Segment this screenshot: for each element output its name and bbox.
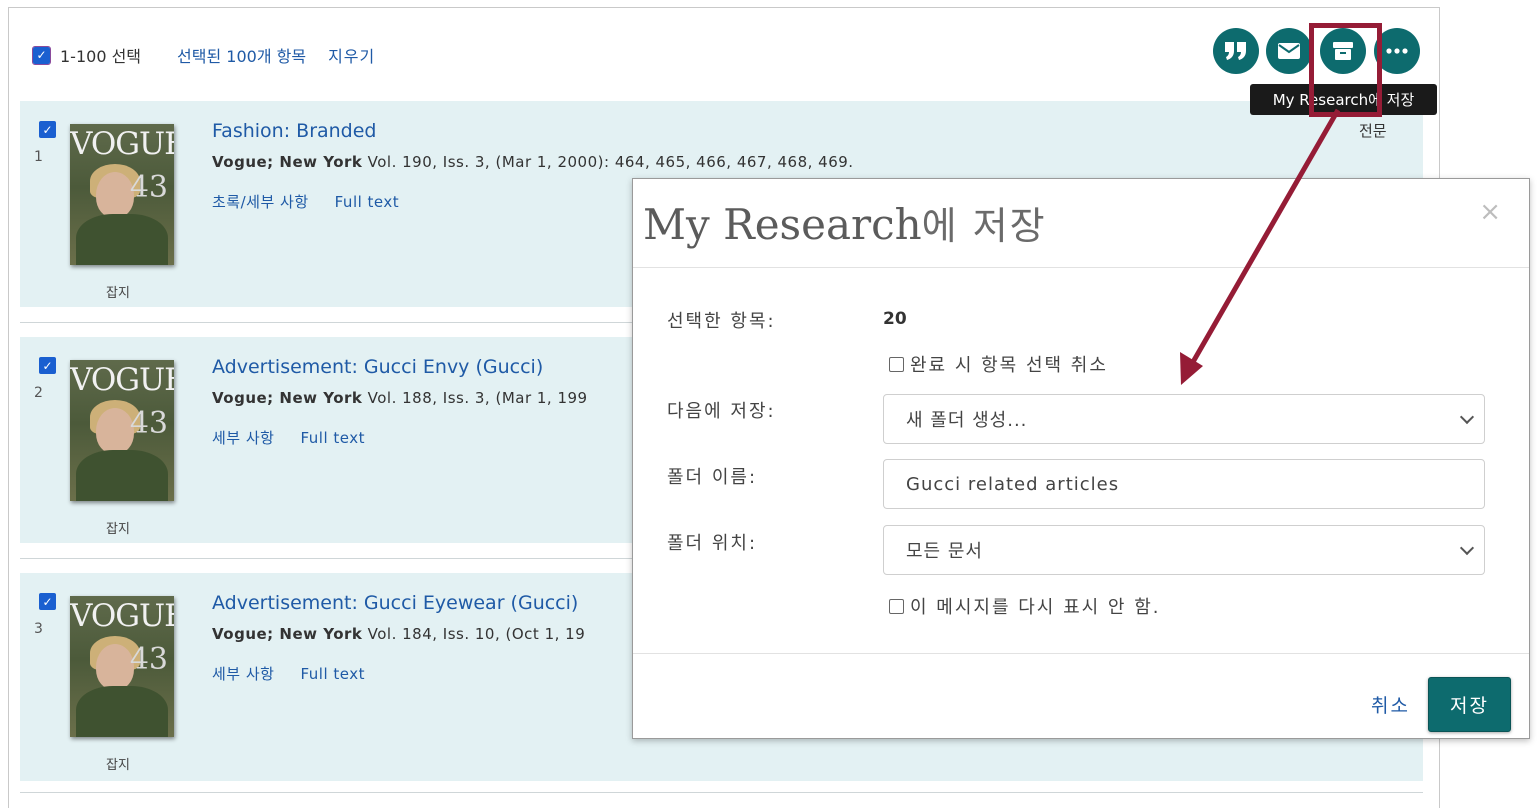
magazine-cover-thumbnail[interactable]: VOGUE 43: [70, 360, 174, 501]
save-to-my-research-dialog: My Research에 저장 × 선택한 항목: 20 완료 시 항목 선택 …: [632, 178, 1530, 739]
result-checkbox[interactable]: ✓: [39, 121, 56, 138]
result-number: 1: [34, 149, 43, 165]
clear-selection-link[interactable]: 지우기: [328, 43, 375, 67]
more-icon: [1386, 48, 1408, 54]
result-title-link[interactable]: Advertisement: Gucci Envy (Gucci): [212, 356, 543, 378]
citation-details: Vol. 190, Iss. 3, (Mar 1, 2000): 464, 46…: [367, 153, 854, 171]
cover-issue-number: 43: [129, 170, 168, 205]
publication-name: Vogue; New York: [212, 389, 363, 407]
dont-show-checkbox[interactable]: [889, 598, 904, 614]
folder-name-label: 폴더 이름:: [667, 467, 758, 488]
result-links: 초록/세부 사항 Full text: [212, 191, 399, 212]
cancel-button[interactable]: 취소: [1371, 691, 1410, 718]
full-text-link[interactable]: Full text: [335, 193, 400, 211]
dialog-title-en: My Research: [643, 200, 922, 249]
full-text-link[interactable]: Full text: [300, 665, 365, 683]
magazine-cover-thumbnail[interactable]: VOGUE 43: [70, 124, 174, 265]
select-range-label[interactable]: 1-100 선택: [60, 43, 141, 67]
result-title-link[interactable]: Fashion: Branded: [212, 120, 377, 142]
deselect-on-complete-option[interactable]: 완료 시 항목 선택 취소: [889, 351, 1108, 377]
dont-show-label: 이 메시지를 다시 표시 안 함.: [910, 597, 1161, 618]
result-title-link[interactable]: Advertisement: Gucci Eyewear (Gucci): [212, 592, 578, 614]
cover-masthead: VOGUE: [70, 126, 174, 162]
select-all-checkbox[interactable]: ✓: [32, 45, 51, 65]
dialog-header-divider: [633, 267, 1529, 268]
dont-show-again-option[interactable]: 이 메시지를 다시 표시 안 함.: [889, 593, 1161, 619]
save-button[interactable]: 저장: [1428, 677, 1511, 732]
publication-name: Vogue; New York: [212, 153, 363, 171]
row-divider: [20, 792, 1423, 793]
save-to-select[interactable]: 새 폴더 생성...: [883, 394, 1485, 444]
citation-details: Vol. 184, Iss. 10, (Oct 1, 19: [367, 625, 586, 643]
cover-masthead: VOGUE: [70, 362, 174, 398]
cover-masthead: VOGUE: [70, 598, 174, 634]
dialog-title: My Research에 저장: [643, 195, 1047, 250]
dialog-title-ko: 에 저장: [921, 204, 1047, 248]
selected-items-count: 20: [883, 309, 907, 329]
email-icon: [1278, 43, 1300, 59]
close-icon[interactable]: ×: [1479, 197, 1501, 227]
highlight-box: [1309, 23, 1382, 117]
details-link[interactable]: 세부 사항: [212, 429, 274, 447]
folder-location-value: 모든 문서: [906, 541, 983, 562]
folder-location-select[interactable]: 모든 문서: [883, 525, 1485, 575]
cover-issue-number: 43: [129, 642, 168, 677]
details-link[interactable]: 세부 사항: [212, 665, 274, 683]
document-type-label: 잡지: [106, 522, 130, 537]
result-links: 세부 사항 Full text: [212, 427, 365, 448]
result-citation: Vogue; New York Vol. 184, Iss. 10, (Oct …: [212, 625, 585, 643]
magazine-cover-thumbnail[interactable]: VOGUE 43: [70, 596, 174, 737]
selected-items-label: 선택한 항목:: [667, 311, 776, 332]
cover-issue-number: 43: [129, 406, 168, 441]
email-button[interactable]: [1266, 28, 1312, 74]
document-type-label: 잡지: [106, 758, 130, 773]
save-to-label: 다음에 저장:: [667, 401, 776, 422]
dialog-footer-divider: [633, 653, 1529, 654]
result-checkbox[interactable]: ✓: [39, 593, 56, 610]
deselect-checkbox[interactable]: [889, 356, 904, 372]
chevron-down-icon: [1459, 409, 1475, 425]
full-text-label[interactable]: 전문: [1359, 120, 1387, 141]
citation-details: Vol. 188, Iss. 3, (Mar 1, 199: [367, 389, 588, 407]
folder-name-value: Gucci related articles: [906, 473, 1120, 495]
publication-name: Vogue; New York: [212, 625, 363, 643]
selection-bar: ✓ 1-100 선택 선택된 100개 항목 지우기: [32, 42, 375, 68]
abstract-details-link[interactable]: 초록/세부 사항: [212, 193, 309, 211]
result-number: 3: [34, 621, 43, 637]
selected-items-link[interactable]: 선택된 100개 항목: [177, 43, 306, 67]
result-links: 세부 사항 Full text: [212, 663, 365, 684]
result-checkbox[interactable]: ✓: [39, 357, 56, 374]
chevron-down-icon: [1459, 540, 1475, 556]
cite-icon: [1225, 42, 1246, 60]
document-type-label: 잡지: [106, 286, 130, 301]
result-number: 2: [34, 385, 43, 401]
folder-location-label: 폴더 위치:: [667, 533, 758, 554]
save-to-value: 새 폴더 생성...: [906, 410, 1028, 431]
deselect-label: 완료 시 항목 선택 취소: [910, 355, 1108, 376]
folder-name-input[interactable]: Gucci related articles: [883, 459, 1485, 509]
full-text-link[interactable]: Full text: [300, 429, 365, 447]
cite-button[interactable]: [1213, 28, 1259, 74]
result-citation: Vogue; New York Vol. 188, Iss. 3, (Mar 1…: [212, 389, 588, 407]
result-citation: Vogue; New York Vol. 190, Iss. 3, (Mar 1…: [212, 153, 854, 171]
